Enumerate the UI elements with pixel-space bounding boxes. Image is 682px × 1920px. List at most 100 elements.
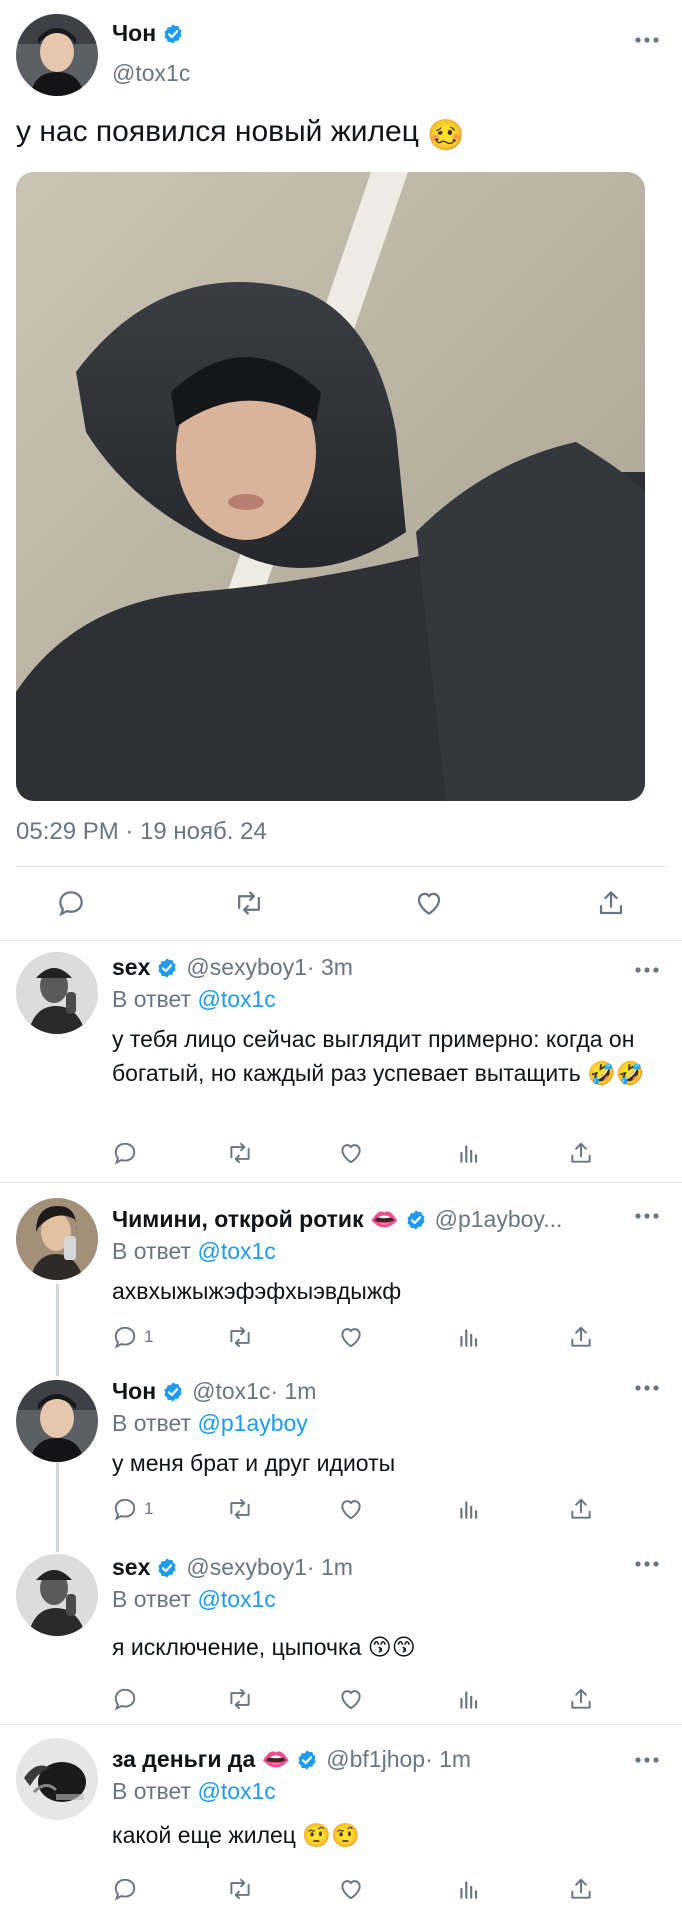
reply-action-bar	[112, 1140, 642, 1174]
retweet-icon[interactable]	[226, 1140, 254, 1166]
reply-bubble-icon[interactable]: 1	[112, 1324, 153, 1350]
author-name[interactable]: Чон	[112, 1378, 156, 1405]
reply-tweet[interactable]: за деньги да 👄 @bf1jhop · 1m В ответ @to…	[0, 1724, 682, 1920]
stats-icon[interactable]	[456, 1686, 482, 1712]
retweet-icon[interactable]	[226, 1876, 254, 1902]
avatar[interactable]	[16, 14, 98, 96]
replying-to-label: В ответ	[112, 1586, 192, 1612]
author-handle[interactable]: @tox1c	[112, 60, 190, 87]
replying-to-label: В ответ	[112, 1778, 192, 1804]
share-icon[interactable]	[568, 1686, 594, 1712]
tweet-emoji: 🥴	[427, 119, 465, 152]
more-dots-icon[interactable]	[634, 1384, 660, 1392]
author-name-row: sex @sexyboy1 · 1m	[112, 1554, 353, 1581]
verified-badge-icon	[405, 1209, 427, 1231]
heart-icon[interactable]	[338, 1496, 364, 1522]
more-dots-icon[interactable]	[634, 1756, 660, 1764]
author-handle[interactable]: @tox1c	[192, 1378, 270, 1405]
reply-bubble-icon[interactable]	[112, 1686, 144, 1712]
tweet-text: у нас появился новый жилец 🥴	[16, 114, 465, 154]
stats-icon[interactable]	[456, 1496, 482, 1522]
heart-icon[interactable]	[338, 1876, 364, 1902]
retweet-icon[interactable]	[226, 1496, 254, 1522]
reply-tweet[interactable]: Чон @tox1c · 1m В ответ @p1ayboy у меня …	[0, 1354, 682, 1526]
retweet-icon[interactable]	[233, 888, 265, 918]
tweet-action-bar	[0, 868, 682, 938]
stats-icon[interactable]	[456, 1876, 482, 1902]
share-icon[interactable]	[568, 1324, 594, 1350]
more-dots-icon[interactable]	[634, 1560, 660, 1568]
reply-bubble-icon[interactable]	[112, 1876, 144, 1902]
verified-badge-icon	[296, 1749, 318, 1771]
author-name[interactable]: Чимини, открой ротик 👄	[112, 1206, 399, 1233]
replying-to: В ответ @tox1c	[112, 1586, 276, 1613]
verified-badge-icon	[162, 23, 184, 45]
author-handle[interactable]: @bf1jhop	[326, 1746, 425, 1773]
reply-text: я исключение, цыпочка 😙😙	[112, 1634, 416, 1660]
author-name[interactable]: sex	[112, 1554, 150, 1581]
retweet-icon[interactable]	[226, 1324, 254, 1350]
heart-icon[interactable]	[338, 1140, 364, 1166]
replying-to-label: В ответ	[112, 986, 192, 1012]
tweet-photo[interactable]	[16, 172, 645, 801]
retweet-icon[interactable]	[226, 1686, 254, 1712]
tweet-text-body: у нас появился новый жилец	[16, 115, 419, 148]
replying-to: В ответ @tox1c	[112, 1778, 276, 1805]
share-icon[interactable]	[568, 1876, 594, 1902]
more-dots-icon[interactable]	[634, 1212, 660, 1220]
author-name-row: за деньги да 👄 @bf1jhop · 1m	[112, 1746, 471, 1773]
replying-to: В ответ @tox1c	[112, 1238, 276, 1265]
author-handle[interactable]: @sexyboy1	[186, 954, 307, 981]
mention-link[interactable]: @tox1c	[197, 1778, 275, 1804]
author-name[interactable]: sex	[112, 954, 150, 981]
author-name[interactable]: Чон	[112, 20, 156, 47]
reply-bubble-icon[interactable]	[56, 888, 86, 918]
stats-icon[interactable]	[456, 1324, 482, 1350]
avatar[interactable]	[16, 1198, 98, 1280]
author-name-row: Чон @tox1c · 1m	[112, 1378, 316, 1405]
mention-link[interactable]: @tox1c	[197, 1586, 275, 1612]
reply-tweet[interactable]: sex @sexyboy1 · 1m В ответ @tox1c я искл…	[0, 1526, 682, 1724]
share-icon[interactable]	[596, 888, 626, 918]
share-icon[interactable]	[568, 1140, 594, 1166]
reply-count: 1	[144, 1327, 154, 1346]
avatar[interactable]	[16, 1554, 98, 1636]
stats-icon[interactable]	[456, 1140, 482, 1166]
tweet-timestamp[interactable]: 05:29 PM · 19 нояб. 24	[16, 818, 267, 846]
post-time: · 1m	[306, 1554, 353, 1580]
heart-icon[interactable]	[338, 1324, 364, 1350]
reply-tweet[interactable]: Чимини, открой ротик 👄 @p1ayboy... В отв…	[0, 1182, 682, 1354]
reply-text: ахвхыжыжэфэфхыэвдыжф	[112, 1278, 402, 1304]
more-dots-icon[interactable]	[634, 966, 660, 974]
replying-to-label: В ответ	[112, 1410, 192, 1436]
author-name-row: Чон	[112, 20, 184, 47]
mention-link[interactable]: @tox1c	[197, 986, 275, 1012]
divider	[16, 866, 666, 867]
mention-link[interactable]: @tox1c	[197, 1238, 275, 1264]
reply-text: у меня брат и друг идиоты	[112, 1450, 396, 1476]
reply-bubble-icon[interactable]	[112, 1140, 144, 1166]
author-handle[interactable]: @sexyboy1	[186, 1554, 307, 1581]
mention-link[interactable]: @p1ayboy	[197, 1410, 307, 1436]
author-name-row: sex @sexyboy1 · 3m	[112, 954, 353, 981]
reply-tweet[interactable]: sex @sexyboy1 · 3m В ответ @tox1c у тебя…	[0, 940, 682, 1182]
more-dots-icon[interactable]	[634, 36, 660, 44]
reply-text: у тебя лицо сейчас выглядит примерно: ко…	[112, 1026, 645, 1086]
heart-icon[interactable]	[414, 888, 444, 918]
author-name[interactable]: за деньги да 👄	[112, 1746, 290, 1773]
reply-bubble-icon[interactable]: 1	[112, 1496, 153, 1522]
reply-action-bar	[112, 1686, 642, 1720]
verified-badge-icon	[162, 1381, 184, 1403]
avatar[interactable]	[16, 1380, 98, 1462]
verified-badge-icon	[156, 957, 178, 979]
reply-action-bar: 1	[112, 1324, 642, 1358]
share-icon[interactable]	[568, 1496, 594, 1522]
author-name-row: Чимини, открой ротик 👄 @p1ayboy...	[112, 1206, 562, 1233]
heart-icon[interactable]	[338, 1686, 364, 1712]
verified-badge-icon	[156, 1557, 178, 1579]
reply-text: какой еще жилец 🤨🤨	[112, 1822, 360, 1848]
author-handle[interactable]: @p1ayboy...	[435, 1206, 563, 1233]
avatar[interactable]	[16, 952, 98, 1034]
reply-count: 1	[144, 1499, 154, 1518]
avatar[interactable]	[16, 1738, 98, 1820]
